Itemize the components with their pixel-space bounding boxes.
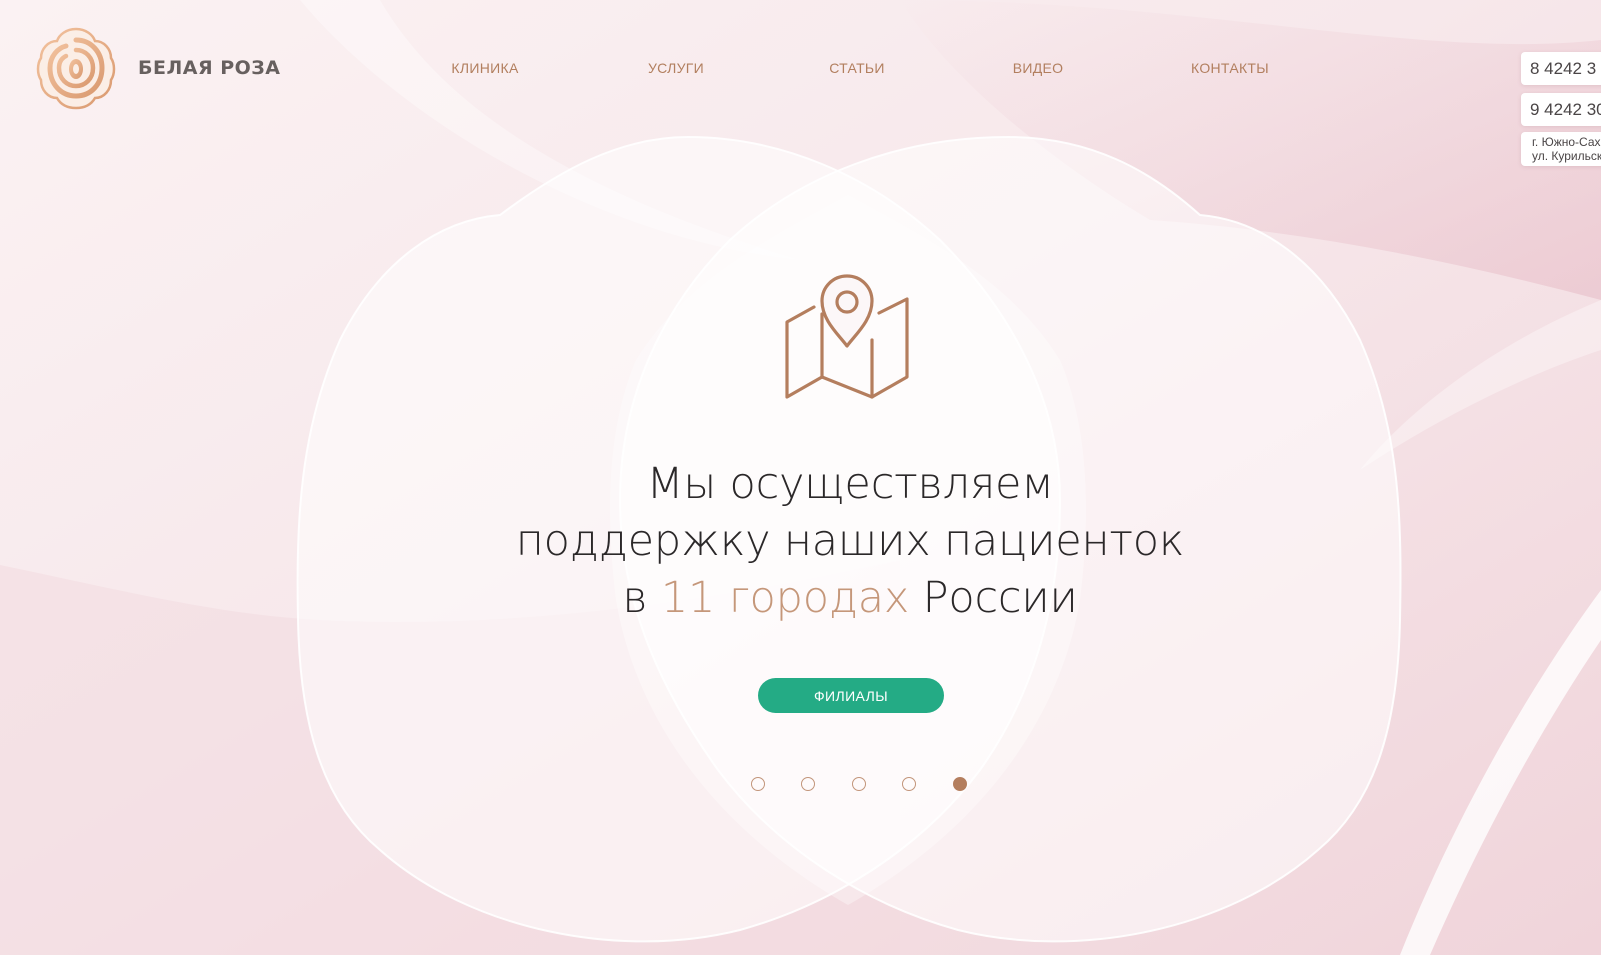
slider-dot-2[interactable] [801, 777, 815, 791]
nav-item-video[interactable]: ВИДЕО [1013, 60, 1064, 76]
nav-item-contacts[interactable]: КОНТАКТЫ [1191, 60, 1269, 76]
headline-line-2: поддержку наших пациенток [515, 516, 1185, 566]
phone-number-2[interactable]: 9 4242 30 [1521, 93, 1601, 126]
address-line-city: г. Южно-Сах [1532, 135, 1601, 149]
main-nav: КЛИНИКА УСЛУГИ СТАТЬИ ВИДЕО КОНТАКТЫ [0, 60, 1601, 80]
slider-dot-3[interactable] [852, 777, 866, 791]
headline-line-3: в 11 городах России [0, 570, 1601, 627]
headline-highlight: 11 городах [660, 573, 910, 623]
headline-line-1: Мы осуществляем [646, 459, 1054, 509]
nav-item-clinic[interactable]: КЛИНИКА [451, 60, 518, 76]
address-line-street: ул. Курильск [1532, 149, 1601, 163]
hero-headline: Мы осуществляем поддержку наших пациенто… [0, 456, 1601, 627]
phone-number-1[interactable]: 8 4242 3 [1521, 52, 1601, 85]
address-box: г. Южно-Сах ул. Курильск [1521, 132, 1601, 166]
slider-pagination [0, 777, 1601, 797]
slider-dot-1[interactable] [751, 777, 765, 791]
slider-dot-5[interactable] [953, 777, 967, 791]
map-pin-icon [785, 274, 909, 399]
headline-line-3-prefix: в [622, 573, 661, 623]
headline-line-3-suffix: России [909, 573, 1078, 623]
branches-button[interactable]: ФИЛИАЛЫ [758, 678, 944, 713]
nav-item-articles[interactable]: СТАТЬИ [829, 60, 885, 76]
slider-dot-4[interactable] [902, 777, 916, 791]
nav-item-services[interactable]: УСЛУГИ [648, 60, 704, 76]
